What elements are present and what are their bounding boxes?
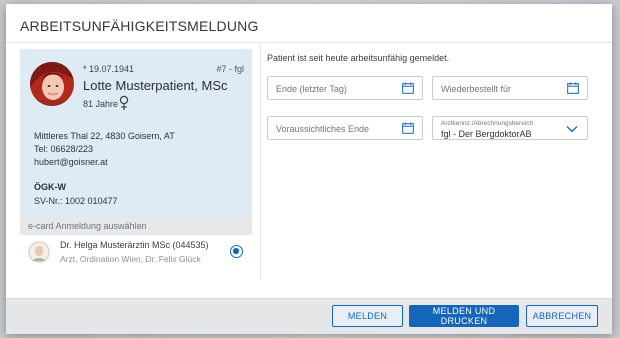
calendar-icon[interactable] (402, 122, 414, 134)
reorder-date-field[interactable]: Wiederbestellt für (432, 76, 588, 100)
chevron-down-icon[interactable] (566, 125, 578, 133)
patient-dob: * 19.07.1941 (83, 64, 135, 74)
doctor-subtitle: Arzt, Ordination Wien, Dr. Felix Glück (60, 254, 201, 264)
patient-phone: Tel: 06628/223 (34, 144, 94, 154)
patient-insurance: ÖGK-W (34, 182, 66, 192)
end-date-placeholder: Ende (letzter Tag) (276, 84, 347, 94)
column-divider (260, 44, 261, 280)
sick-leave-dialog: ARBEITSUNFÄHIGKEITSMELDUNG * 19.07.1941 … (6, 4, 612, 334)
end-date-field[interactable]: Ende (letzter Tag) (267, 76, 423, 100)
dialog-title: ARBEITSUNFÄHIGKEITSMELDUNG (20, 18, 259, 34)
expected-end-date-field[interactable]: Voraussichtliches Ende (267, 116, 423, 140)
doctor-name: Dr. Helga Musterärztin MSc (044535) (60, 240, 209, 250)
status-message: Patient ist seit heute arbeitsunfähig ge… (267, 53, 450, 63)
ecard-doctor-option[interactable]: Dr. Helga Musterärztin MSc (044535) Arzt… (20, 237, 252, 267)
expected-end-placeholder: Voraussichtliches Ende (276, 124, 370, 134)
female-symbol-icon (119, 95, 129, 110)
patient-svnr: SV-Nr.: 1002 010477 (34, 196, 118, 206)
title-divider (6, 42, 612, 43)
patient-email: hubert@goisner.at (34, 157, 108, 167)
reorder-date-placeholder: Wiederbestellt für (441, 84, 512, 94)
doctor-radio-selected[interactable] (230, 245, 243, 258)
patient-avatar (30, 62, 74, 106)
patient-age: 81 Jahre (83, 99, 119, 109)
patient-address: Mittleres Thal 22, 4830 Goisern, AT (34, 131, 175, 141)
calendar-icon[interactable] (567, 82, 579, 94)
patient-card: * 19.07.1941 #7 - fgl Lotte Musterpatien… (20, 49, 252, 217)
ecard-section-header: e-card Anmeldung auswählen (20, 217, 252, 235)
report-button[interactable]: MELDEN (332, 305, 403, 327)
report-and-print-button[interactable]: MELDEN UND DRUCKEN (409, 305, 519, 327)
billing-area-label: Arztkennz./Abrechnungsbereich (441, 120, 534, 127)
cancel-button[interactable]: ABBRECHEN (526, 305, 598, 327)
doctor-avatar (28, 241, 50, 263)
dialog-footer: MELDEN MELDEN UND DRUCKEN ABBRECHEN (6, 298, 612, 334)
patient-name: Lotte Musterpatient, MSc (83, 78, 228, 93)
calendar-icon[interactable] (402, 82, 414, 94)
billing-area-select[interactable]: Arztkennz./Abrechnungsbereich fgl - Der … (432, 116, 588, 140)
billing-area-value: fgl - Der BergdoktorAB (441, 129, 532, 139)
patient-ref: #7 - fgl (216, 64, 244, 74)
